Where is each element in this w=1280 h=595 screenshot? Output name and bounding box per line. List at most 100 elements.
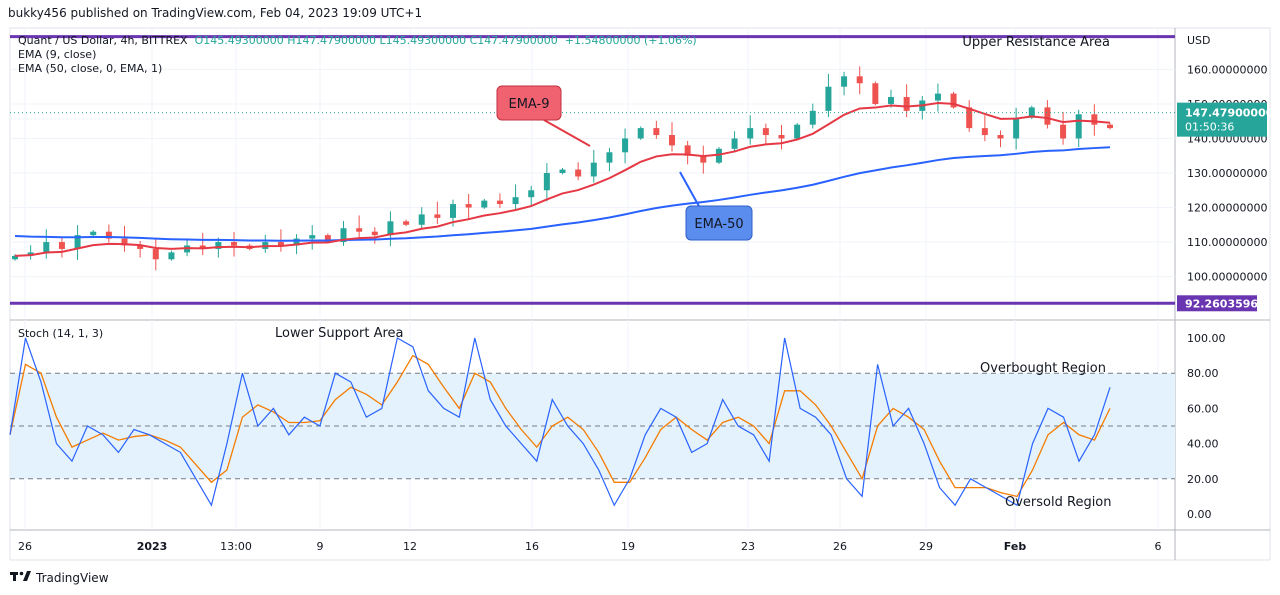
ema50-callout-label: EMA-50 (694, 217, 743, 232)
stoch-tick: 100.00 (1187, 332, 1226, 345)
lower-support-label: Lower Support Area (275, 326, 404, 341)
time-tick: 9 (317, 540, 324, 553)
candle-body (841, 76, 848, 87)
time-tick: 26 (833, 540, 847, 553)
candle-body (622, 138, 629, 153)
upper-resistance-label: Upper Resistance Area (962, 35, 1110, 50)
ema9-line (14, 101, 1111, 257)
candle-body (309, 235, 316, 239)
stoch-legend: Stoch (14, 1, 3) (18, 327, 104, 340)
candle-body (747, 128, 754, 139)
candle-body (512, 197, 519, 205)
candle-body (903, 97, 910, 111)
stoch-tick: 80.00 (1187, 367, 1219, 380)
candle-body (1091, 114, 1098, 125)
candle-body (481, 200, 488, 208)
time-axis: 26 2023 13:00 9 12 16 19 23 26 29 Feb 6 (18, 540, 1162, 553)
candle-body (872, 83, 879, 104)
stoch-band (10, 372, 1175, 480)
candle-body (43, 242, 50, 253)
candle-body (1075, 114, 1082, 139)
candle-body (981, 128, 988, 136)
candle-body (1107, 124, 1113, 129)
stoch-tick: 20.00 (1187, 473, 1219, 486)
ema50-legend: EMA (50, close, 0, EMA, 1) (18, 62, 163, 75)
stoch-tick: 60.00 (1187, 402, 1219, 415)
time-tick: 2023 (137, 540, 168, 553)
price-tick: 110.00000000 (1187, 236, 1267, 249)
candle-body (590, 162, 597, 177)
candle-body (1013, 117, 1020, 139)
last-price-label: 147.47900000 (1185, 107, 1274, 120)
ema-lines (10, 101, 1175, 257)
time-tick: 19 (621, 540, 635, 553)
ema9-legend: EMA (9, close) (18, 48, 97, 61)
time-tick: 23 (741, 540, 755, 553)
candle-body (231, 242, 237, 246)
price-tick: 100.00000000 (1187, 271, 1267, 284)
candle-body (1044, 107, 1051, 125)
candle-body (778, 135, 785, 139)
ema9-callout-label: EMA-9 (509, 97, 550, 112)
candle-body (934, 93, 941, 101)
candle-body (575, 169, 582, 177)
candle-body (371, 231, 378, 236)
currency-label: USD (1187, 34, 1211, 47)
candle-body (559, 169, 566, 173)
time-tick: 26 (18, 540, 32, 553)
price-tick: 160.00000000 (1187, 63, 1267, 76)
candle-body (888, 97, 894, 104)
candle-body (496, 200, 503, 205)
time-tick: 16 (525, 540, 539, 553)
price-tick: 130.00000000 (1187, 167, 1267, 180)
candle-body (403, 221, 410, 225)
countdown-label: 01:50:36 (1185, 121, 1234, 134)
chart-frame (9, 27, 1271, 561)
candle-body (418, 214, 425, 225)
stoch-axis: 100.00 80.00 60.00 40.00 20.00 0.00 (1187, 332, 1226, 521)
candle-body (762, 128, 769, 136)
symbol-line: Quant / US Dollar, 4h, BITTREX O145.4930… (18, 34, 697, 48)
candle-body (1060, 124, 1067, 139)
candle-body (794, 124, 801, 139)
chart-legend: Quant / US Dollar, 4h, BITTREX O145.4930… (18, 34, 697, 76)
time-tick: 6 (1155, 540, 1162, 553)
brand-text: TradingView (36, 571, 109, 585)
time-tick: 13:00 (220, 540, 252, 553)
time-tick: 29 (919, 540, 933, 553)
change-value: +1.54800000 (+1.06%) (564, 34, 697, 47)
footer: TradingView (10, 570, 109, 586)
price-axis: 160.00000000150.00000000140.00000000130.… (1177, 34, 1274, 312)
candle-body (528, 190, 535, 198)
candle-body (450, 204, 456, 218)
candle-body (58, 242, 65, 249)
candle-body (356, 228, 363, 232)
stoch-tick: 40.00 (1187, 438, 1219, 451)
time-tick: 12 (403, 540, 417, 553)
candle-body (434, 214, 441, 218)
ohlc-values: O145.49300000 H147.47900000 L145.4930000… (194, 34, 558, 47)
ema9-callout-arrow (543, 119, 591, 147)
price-tick: 120.00000000 (1187, 202, 1267, 215)
candle-body (825, 86, 832, 111)
candle-body (465, 204, 472, 208)
candle-body (966, 107, 973, 129)
candle-body (731, 138, 738, 149)
candle-body (168, 252, 175, 260)
candle-body (90, 231, 97, 236)
candle-body (637, 128, 644, 139)
symbol-text: Quant / US Dollar, 4h, BITTREX (18, 34, 188, 47)
candle-body (152, 248, 159, 260)
frame-border (9, 27, 1271, 561)
candle-body (653, 128, 660, 136)
oversold-label: Oversold Region (1005, 495, 1112, 510)
candle-body (606, 152, 613, 163)
tradingview-logo-icon (10, 570, 32, 586)
candle-body (856, 76, 863, 84)
candle-body (669, 135, 675, 146)
candle-body (543, 173, 550, 191)
support-price-label: 92.26035965 (1185, 297, 1266, 310)
chart-canvas[interactable]: 160.00000000150.00000000140.00000000130.… (0, 0, 1280, 595)
time-tick: Feb (1004, 540, 1027, 553)
stoch-tick: 0.00 (1187, 508, 1212, 521)
